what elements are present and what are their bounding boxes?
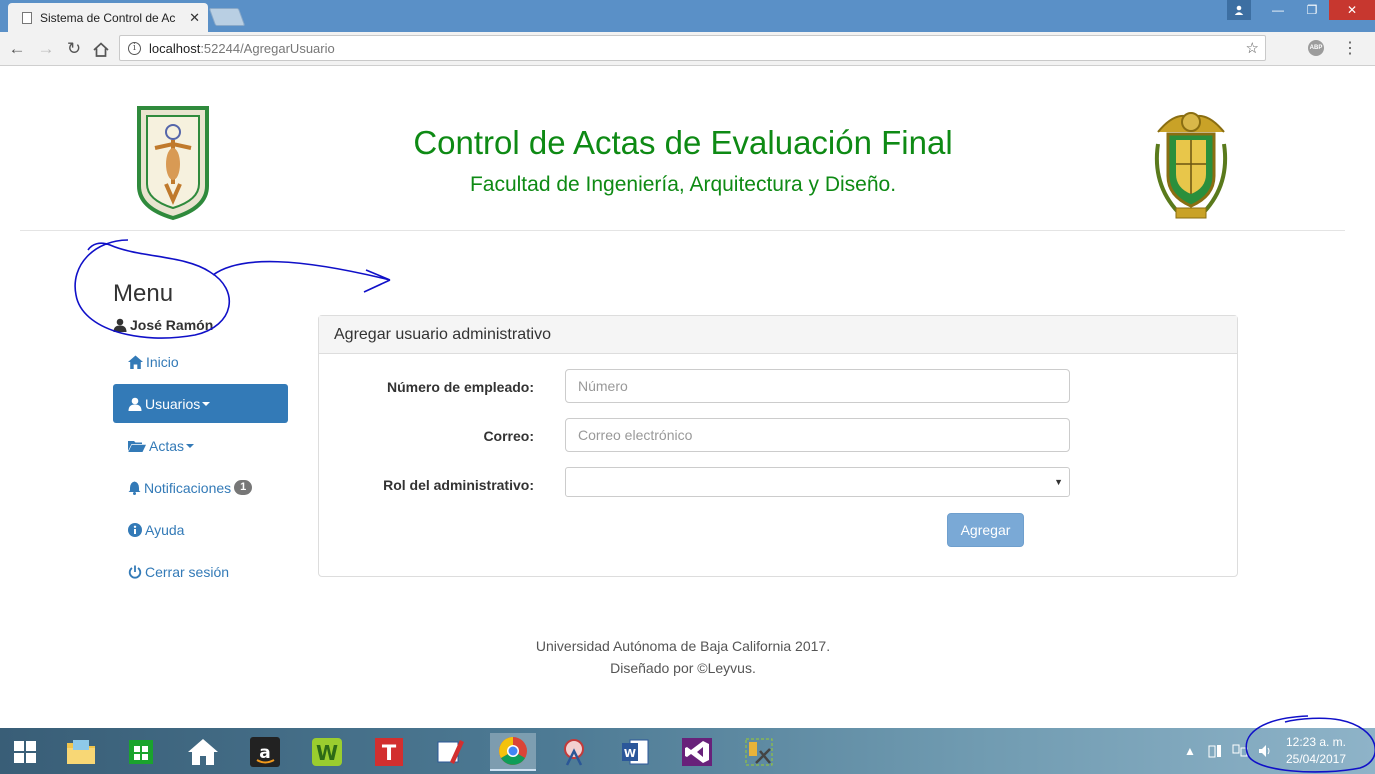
- file-explorer-icon[interactable]: [58, 733, 104, 771]
- user-icon: [128, 397, 142, 411]
- annotation-arrow: [212, 260, 391, 293]
- chrome-icon[interactable]: [490, 733, 536, 771]
- page-title: Control de Actas de Evaluación Final: [413, 124, 953, 161]
- current-user: José Ramón: [113, 317, 213, 333]
- sidebar-item-usuarios[interactable]: Usuarios: [113, 384, 288, 423]
- employee-number-input[interactable]: [565, 369, 1070, 403]
- bookmark-star-icon[interactable]: ☆: [1246, 39, 1259, 57]
- employee-number-label: Número de empleado:: [386, 379, 534, 395]
- sidebar-item-actas[interactable]: Actas: [113, 426, 288, 465]
- page-footer: Universidad Autónoma de Baja California …: [300, 635, 1066, 679]
- page-icon: [22, 11, 32, 24]
- restore-icon[interactable]: ❐: [1295, 0, 1329, 20]
- role-select[interactable]: ▼: [565, 467, 1070, 497]
- sidebar-item-label: Inicio: [146, 353, 179, 370]
- faculty-crest-logo: [1154, 112, 1228, 219]
- home-browser-icon[interactable]: [90, 38, 112, 60]
- footer-credits: Diseñado por ©Leyvus.: [610, 660, 756, 676]
- w-app-icon[interactable]: W: [304, 733, 350, 771]
- window-controls: — ❐ ✕: [1227, 0, 1375, 22]
- sidebar-item-ayuda[interactable]: Ayuda: [113, 510, 288, 549]
- uabc-logo: [137, 106, 209, 221]
- caret-down-icon: [186, 443, 195, 448]
- reload-icon[interactable]: ↻: [63, 38, 85, 60]
- pdf-app-icon[interactable]: [428, 733, 474, 771]
- sidebar-item-label: Notificaciones: [144, 479, 232, 496]
- browser-tab[interactable]: Sistema de Control de Ac ✕: [8, 3, 208, 32]
- panel-title: Agregar usuario administrativo: [319, 316, 1237, 354]
- amazon-icon[interactable]: a: [242, 733, 288, 771]
- add-admin-user-panel: Agregar usuario administrativo Número de…: [318, 315, 1238, 577]
- back-icon[interactable]: ←: [6, 38, 28, 60]
- info-circle-icon: [128, 522, 142, 537]
- browser-toolbar: ← → ↻ i localhost:52244/AgregarUsuario ☆…: [0, 32, 1375, 66]
- page-subtitle: Facultad de Ingeniería, Arquitectura y D…: [469, 173, 897, 196]
- header-divider: [20, 230, 1345, 231]
- store-icon[interactable]: [118, 733, 164, 771]
- tab-close-icon[interactable]: ✕: [189, 10, 200, 26]
- user-icon: [113, 318, 127, 332]
- profile-icon[interactable]: [1227, 0, 1251, 20]
- url-host: localhost: [149, 40, 201, 56]
- windows-start-icon[interactable]: [2, 733, 48, 771]
- device-icon[interactable]: [1207, 728, 1223, 774]
- site-info-icon[interactable]: i: [128, 41, 141, 55]
- tools-app-icon[interactable]: [736, 733, 782, 771]
- sidebar-item-label: Ayuda: [145, 521, 185, 538]
- sidebar-heading: Menu: [113, 280, 174, 307]
- browser-titlebar: Sistema de Control de Ac ✕ — ❐ ✕: [0, 0, 1375, 32]
- bell-icon: [128, 481, 141, 495]
- svg-text:a: a: [259, 743, 270, 763]
- network-icon[interactable]: [1232, 728, 1248, 774]
- sidebar-item-inicio[interactable]: Inicio: [113, 342, 288, 381]
- footer-university: Universidad Autónoma de Baja California …: [535, 638, 831, 654]
- notification-count-badge: 1: [234, 480, 253, 495]
- home-app-icon[interactable]: [180, 733, 226, 771]
- folder-open-icon: [128, 441, 146, 452]
- sidebar-item-cerrar-sesion[interactable]: Cerrar sesión: [113, 552, 288, 591]
- show-hidden-icons[interactable]: ▲: [1184, 728, 1196, 774]
- clock-time: 12:23 a. m.: [1285, 735, 1347, 749]
- sidebar-item-label: Actas: [149, 437, 185, 454]
- caret-down-icon: [202, 401, 211, 406]
- address-bar[interactable]: i localhost:52244/AgregarUsuario ☆: [119, 35, 1266, 61]
- email-label: Correo:: [483, 428, 534, 444]
- volume-icon[interactable]: [1257, 728, 1273, 774]
- browser-menu-icon[interactable]: ⋮: [1342, 38, 1358, 58]
- sidebar-item-label: Usuarios: [145, 395, 201, 412]
- url-path: :52244/AgregarUsuario: [200, 40, 335, 56]
- close-window-icon[interactable]: ✕: [1329, 0, 1375, 20]
- home-icon: [128, 355, 143, 369]
- system-clock[interactable]: 12:23 a. m. 25/04/2017: [1276, 734, 1356, 768]
- word-icon[interactable]: W: [612, 733, 658, 771]
- adblock-extension-icon[interactable]: ABP: [1308, 40, 1324, 56]
- t-app-icon[interactable]: T: [366, 733, 412, 771]
- forward-icon[interactable]: →: [35, 38, 57, 60]
- new-tab-button[interactable]: [208, 8, 246, 26]
- windows-taskbar: a W T W ▲ 12:23 a. m. 25/04/2017: [0, 728, 1375, 774]
- email-input[interactable]: [565, 418, 1070, 452]
- snipping-tool-icon[interactable]: [551, 733, 597, 771]
- sidebar-item-label: Cerrar sesión: [145, 563, 230, 580]
- role-label: Rol del administrativo:: [383, 477, 534, 493]
- add-button[interactable]: Agregar: [947, 513, 1024, 547]
- minimize-icon[interactable]: —: [1261, 0, 1295, 20]
- sidebar-item-notificaciones[interactable]: Notificaciones 1: [113, 468, 288, 507]
- visual-studio-icon[interactable]: [674, 733, 720, 771]
- svg-text:W: W: [316, 741, 338, 765]
- clock-date: 25/04/2017: [1285, 752, 1347, 766]
- svg-text:W: W: [624, 747, 636, 760]
- current-user-name: José Ramón: [130, 317, 214, 333]
- dropdown-arrow-icon: ▼: [1054, 477, 1063, 487]
- tab-title: Sistema de Control de Ac: [40, 10, 176, 25]
- svg-text:T: T: [382, 741, 397, 765]
- power-icon: [128, 565, 142, 578]
